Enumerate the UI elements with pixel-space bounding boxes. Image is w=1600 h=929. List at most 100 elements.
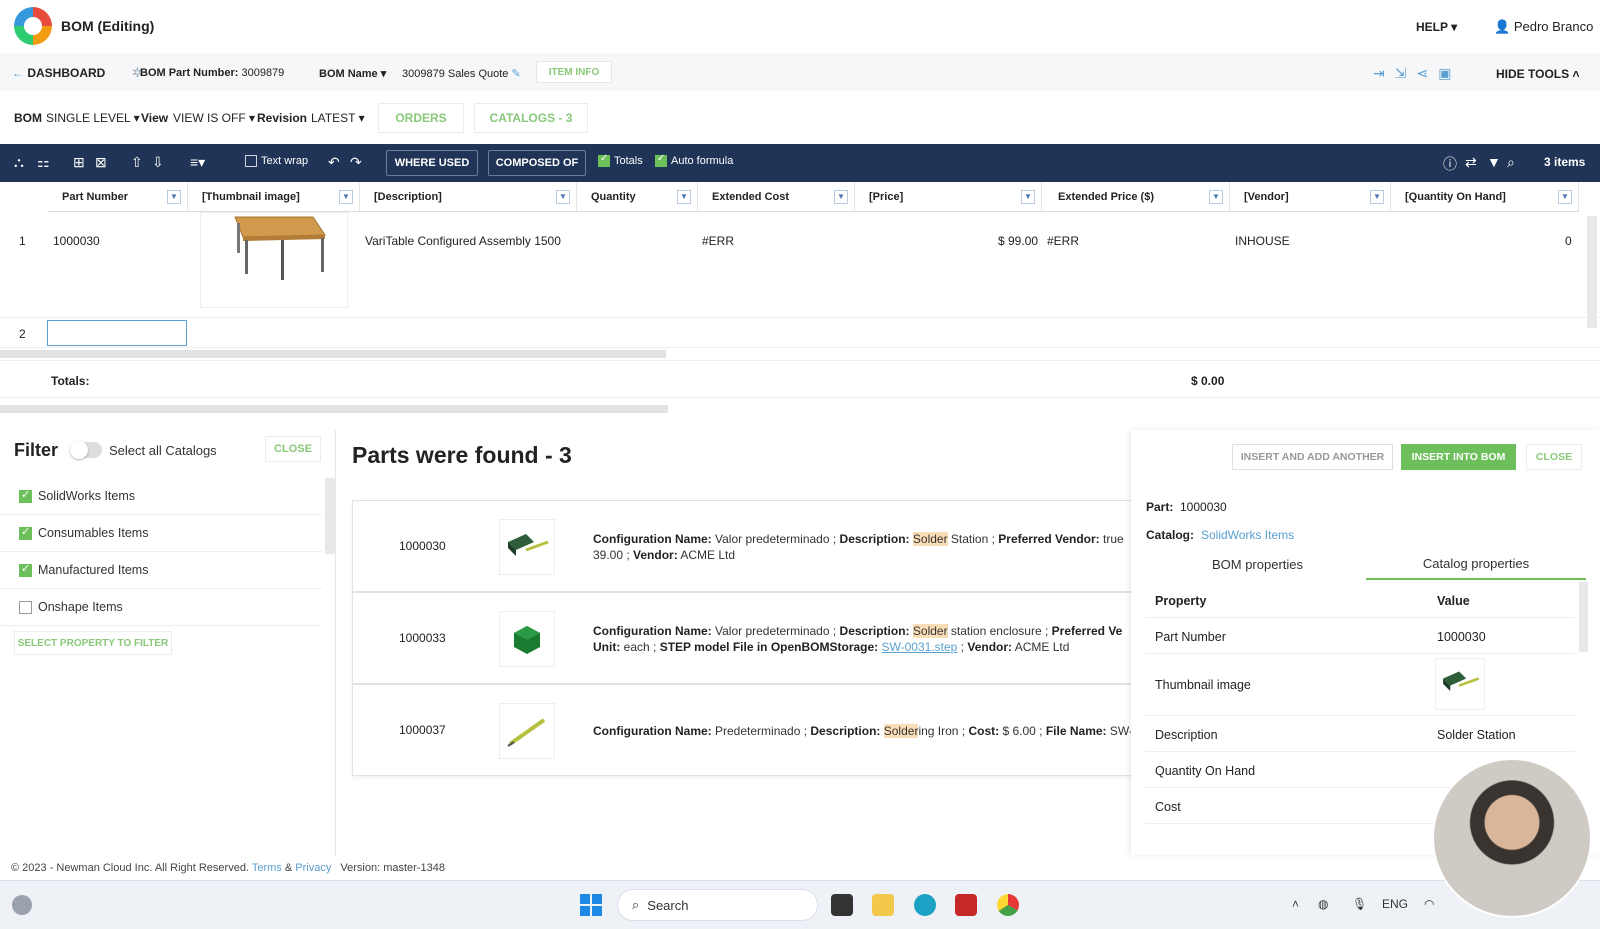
redo-icon[interactable]: ↷ bbox=[350, 154, 362, 171]
column-filter-icon[interactable]: ▼ bbox=[339, 190, 353, 204]
where-used-button[interactable]: WHERE USED bbox=[386, 150, 478, 176]
column-header-price[interactable]: [Price] ▼ bbox=[855, 182, 1042, 212]
solidworks-icon[interactable] bbox=[955, 894, 977, 916]
text-wrap-toggle[interactable]: Text wrap bbox=[245, 155, 308, 167]
align-icon[interactable]: ≡▾ bbox=[190, 154, 205, 171]
column-header-extended-price[interactable]: Extended Price ($) ▼ bbox=[1042, 182, 1230, 212]
detail-scrollbar[interactable] bbox=[1579, 582, 1588, 652]
column-header-vendor[interactable]: [Vendor] ▼ bbox=[1230, 182, 1391, 212]
windows-start-icon[interactable] bbox=[580, 894, 602, 916]
revision-dropdown[interactable]: LATEST ▾ bbox=[311, 111, 365, 125]
export-icon[interactable]: ⇲ bbox=[1395, 65, 1407, 82]
filter-icon[interactable]: ▼ bbox=[1487, 154, 1501, 170]
swap-icon[interactable]: ⇄ bbox=[1465, 154, 1477, 171]
tab-catalogs[interactable]: CATALOGS - 3 bbox=[474, 103, 588, 133]
privacy-link[interactable]: Privacy bbox=[295, 862, 331, 874]
import-icon[interactable]: ⇥ bbox=[1373, 65, 1385, 82]
column-filter-icon[interactable]: ▼ bbox=[1209, 190, 1223, 204]
table-row[interactable]: 2 bbox=[0, 318, 1600, 348]
bom-level-dropdown[interactable]: SINGLE LEVEL ▾ bbox=[46, 111, 140, 125]
column-filter-icon[interactable]: ▼ bbox=[677, 190, 691, 204]
hide-tools-button[interactable]: HIDE TOOLS ˄ bbox=[1496, 67, 1579, 81]
undo-icon[interactable]: ↶ bbox=[328, 154, 340, 171]
filter-checkbox[interactable] bbox=[19, 525, 32, 540]
search-icon[interactable]: ⌕ bbox=[1507, 154, 1515, 171]
select-all-toggle[interactable] bbox=[70, 441, 102, 459]
filter-item-consumables[interactable]: Consumables Items bbox=[0, 515, 322, 552]
filter-item-manufactured[interactable]: Manufactured Items bbox=[0, 552, 322, 589]
hierarchy-icon[interactable]: ⛬ bbox=[14, 154, 24, 171]
cell-part-number[interactable]: 1000030 bbox=[53, 234, 100, 248]
info-icon[interactable]: ⓘ bbox=[1443, 154, 1457, 174]
filter-checkbox[interactable] bbox=[19, 600, 32, 614]
view-dropdown[interactable]: VIEW IS OFF ▾ bbox=[173, 111, 255, 125]
tab-bom-properties[interactable]: BOM properties bbox=[1145, 548, 1370, 580]
totals-toggle[interactable]: Totals bbox=[598, 153, 643, 167]
composed-of-button[interactable]: COMPOSED OF bbox=[488, 150, 586, 176]
horizontal-scrollbar[interactable] bbox=[0, 350, 666, 358]
save-icon[interactable]: ▣ bbox=[1438, 65, 1451, 82]
filter-checkbox[interactable] bbox=[19, 562, 32, 577]
insert-into-bom-button[interactable]: INSERT INTO BOM bbox=[1401, 444, 1516, 470]
vertical-scrollbar[interactable] bbox=[1587, 216, 1597, 328]
column-header-extended-cost[interactable]: Extended Cost ▼ bbox=[698, 182, 855, 212]
totals-checkbox[interactable] bbox=[598, 153, 610, 167]
filter-item-solidworks[interactable]: SolidWorks Items bbox=[0, 478, 322, 515]
detail-close-button[interactable]: CLOSE bbox=[1526, 444, 1582, 470]
column-filter-icon[interactable]: ▼ bbox=[1021, 190, 1035, 204]
app-logo-icon[interactable] bbox=[14, 7, 52, 45]
taskbar-search[interactable]: ⌕ Search bbox=[617, 889, 818, 921]
result-card[interactable]: 1000037 Configuration Name: Predetermina… bbox=[352, 684, 1133, 776]
column-header-part-number[interactable]: Part Number ▼ bbox=[48, 182, 188, 212]
language-indicator[interactable]: ENG bbox=[1382, 897, 1408, 911]
add-row-icon[interactable]: ⊞ bbox=[73, 154, 85, 171]
cell-extended-cost[interactable]: #ERR bbox=[702, 234, 734, 248]
cell-description[interactable]: VariTable Configured Assembly 1500 bbox=[365, 234, 561, 248]
file-explorer-icon[interactable] bbox=[872, 894, 894, 916]
text-wrap-checkbox[interactable] bbox=[245, 155, 257, 167]
bom-name-dropdown[interactable]: BOM Name ▾ bbox=[319, 67, 386, 80]
column-filter-icon[interactable]: ▼ bbox=[556, 190, 570, 204]
chrome-icon[interactable] bbox=[997, 894, 1019, 916]
flat-view-icon[interactable]: ⚏ bbox=[37, 154, 50, 171]
table-row[interactable]: 1 1000030 VariTable Configured Assembly … bbox=[0, 212, 1600, 318]
result-card[interactable]: 1000030 Configuration Name: Valor predet… bbox=[352, 500, 1132, 592]
column-header-quantity[interactable]: Quantity ▼ bbox=[577, 182, 698, 212]
chevron-up-icon[interactable]: ˄ bbox=[1292, 897, 1299, 911]
cell-quantity-on-hand[interactable]: 0 bbox=[1565, 234, 1572, 248]
filter-scrollbar[interactable] bbox=[325, 478, 335, 554]
delete-row-icon[interactable]: ⊠ bbox=[95, 154, 107, 171]
column-filter-icon[interactable]: ▼ bbox=[1558, 190, 1572, 204]
auto-formula-toggle[interactable]: Auto formula bbox=[655, 153, 733, 167]
tab-orders[interactable]: ORDERS bbox=[378, 103, 464, 133]
app-tray-icon[interactable]: ◍ bbox=[1318, 897, 1328, 911]
cell-price[interactable]: $ 99.00 bbox=[998, 234, 1038, 248]
result-card[interactable]: 1000033 Configuration Name: Valor predet… bbox=[352, 592, 1132, 684]
terms-link[interactable]: Terms bbox=[252, 862, 282, 874]
edge-icon[interactable] bbox=[914, 894, 936, 916]
user-menu[interactable]: 👤 Pedro Branco bbox=[1494, 19, 1593, 35]
column-filter-icon[interactable]: ▼ bbox=[167, 190, 181, 204]
cell-vendor[interactable]: INHOUSE bbox=[1235, 234, 1290, 248]
move-up-icon[interactable]: ⇧ bbox=[131, 154, 143, 171]
cell-part-number-editor[interactable] bbox=[47, 320, 187, 346]
horizontal-scrollbar[interactable] bbox=[0, 405, 668, 413]
insert-and-add-another-button[interactable]: INSERT AND ADD ANOTHER bbox=[1232, 444, 1393, 470]
share-icon[interactable]: ⋖ bbox=[1416, 65, 1428, 82]
pencil-icon[interactable]: ✎ bbox=[511, 68, 520, 80]
microphone-icon[interactable]: 🎙 bbox=[1352, 897, 1367, 911]
column-header-quantity-on-hand[interactable]: [Quantity On Hand] ▼ bbox=[1391, 182, 1579, 212]
wifi-icon[interactable]: ◠ bbox=[1424, 897, 1434, 911]
cell-extended-price[interactable]: #ERR bbox=[1047, 234, 1079, 248]
catalog-link[interactable]: SolidWorks Items bbox=[1201, 528, 1294, 542]
weather-icon[interactable] bbox=[12, 895, 32, 915]
dashboard-link[interactable]: ← DASHBOARD bbox=[12, 66, 105, 80]
filter-checkbox[interactable] bbox=[19, 488, 32, 503]
column-filter-icon[interactable]: ▼ bbox=[834, 190, 848, 204]
filter-item-onshape[interactable]: Onshape Items bbox=[0, 589, 322, 626]
item-info-button[interactable]: ITEM INFO bbox=[536, 61, 612, 83]
select-property-to-filter-button[interactable]: SELECT PROPERTY TO FILTER bbox=[14, 631, 172, 655]
auto-formula-checkbox[interactable] bbox=[655, 153, 667, 167]
column-header-description[interactable]: [Description] ▼ bbox=[360, 182, 577, 212]
column-header-thumbnail[interactable]: [Thumbnail image] ▼ bbox=[188, 182, 360, 212]
